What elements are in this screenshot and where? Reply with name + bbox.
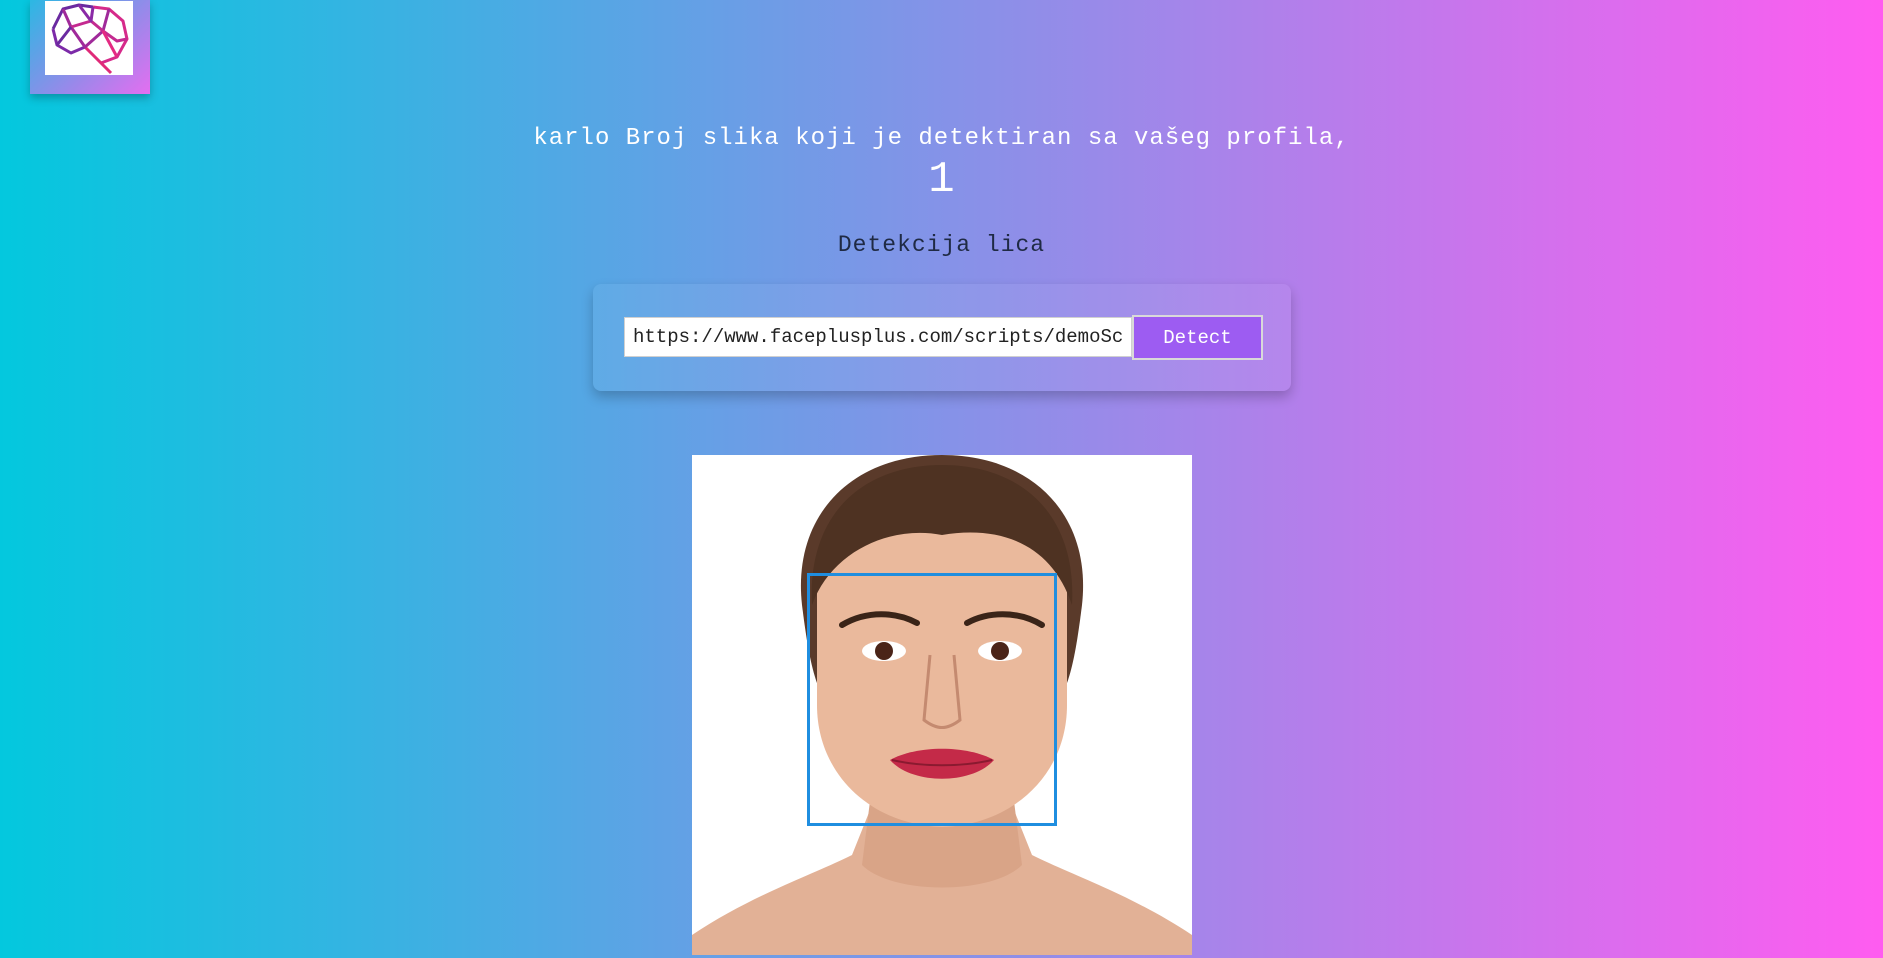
result-image bbox=[692, 455, 1192, 955]
detected-count-number: 1 bbox=[928, 155, 955, 205]
detected-count-text: karlo Broj slika koji je detektiran sa v… bbox=[533, 125, 1350, 152]
face-bounding-box bbox=[807, 573, 1057, 826]
brain-network-logo-icon bbox=[45, 1, 133, 75]
detect-form: Detect bbox=[593, 284, 1291, 391]
logo-container[interactable] bbox=[30, 0, 150, 94]
image-url-input[interactable] bbox=[624, 317, 1132, 357]
detect-button[interactable]: Detect bbox=[1132, 315, 1263, 360]
face-detection-title: Detekcija lica bbox=[837, 232, 1046, 258]
